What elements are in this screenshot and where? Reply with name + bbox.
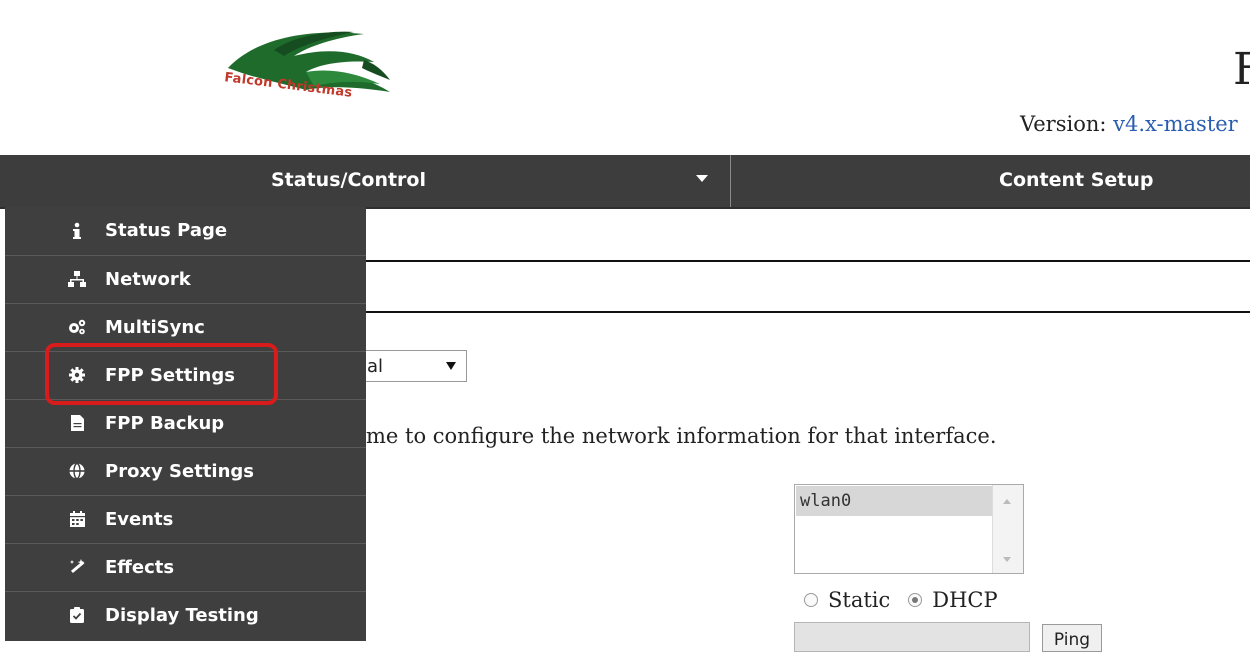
- falcon-christmas-logo[interactable]: Falcon Christmas: [214, 20, 404, 135]
- network-icon: [63, 271, 91, 287]
- divider: [366, 260, 1250, 262]
- menu-item-label: Proxy Settings: [105, 460, 255, 482]
- magic-wand-icon: [63, 559, 91, 575]
- cogs-icon: [63, 319, 91, 335]
- site-title: F: [1233, 44, 1250, 95]
- menu-item-status-page[interactable]: Status Page: [5, 207, 366, 254]
- scroll-down-icon[interactable]: [1003, 557, 1011, 562]
- scroll-up-icon[interactable]: [1003, 499, 1011, 504]
- menu-item-label: Display Testing: [105, 604, 259, 626]
- header: Falcon Christmas F Version: v4.x-master: [0, 0, 1250, 155]
- divider: [366, 311, 1250, 313]
- ip-address-input[interactable]: [794, 622, 1030, 652]
- menu-item-label: MultiSync: [105, 316, 205, 338]
- menu-item-fpp-settings[interactable]: FPP Settings: [5, 351, 366, 398]
- menu-item-fpp-backup[interactable]: FPP Backup: [5, 399, 366, 446]
- version-label: Version:: [1020, 112, 1107, 136]
- menu-item-label: Effects: [105, 556, 175, 578]
- menu-item-label: Status Page: [105, 220, 228, 241]
- clipboard-check-icon: [63, 607, 91, 623]
- interface-listbox[interactable]: wlan0: [794, 484, 1024, 574]
- chevron-down-icon: [696, 175, 708, 182]
- version-info: Version: v4.x-master: [1020, 112, 1238, 136]
- file-icon: [63, 415, 91, 431]
- globe-icon: [63, 463, 91, 479]
- menu-item-proxy-settings[interactable]: Proxy Settings: [5, 447, 366, 494]
- nav-status-control[interactable]: Status/Control: [0, 155, 731, 207]
- nav-content-setup[interactable]: Content Setup: [731, 155, 1250, 207]
- main-navbar: Status/Control Content Setup: [0, 155, 1250, 209]
- instruction-text: me to configure the network information …: [366, 424, 997, 448]
- static-label: Static: [828, 588, 891, 612]
- menu-item-label: FPP Backup: [105, 412, 225, 434]
- menu-item-network[interactable]: Network: [5, 255, 366, 302]
- menu-item-label: FPP Settings: [105, 364, 235, 386]
- dhcp-label: DHCP: [932, 588, 998, 612]
- version-link[interactable]: v4.x-master: [1113, 112, 1238, 136]
- nav-content-setup-label: Content Setup: [999, 169, 1154, 191]
- menu-item-label: Network: [105, 268, 191, 290]
- dropdown-arrow-icon: [446, 362, 456, 370]
- calendar-icon: [63, 511, 91, 527]
- ip-mode-radio-group: Static DHCP: [804, 588, 1016, 612]
- static-radio[interactable]: [804, 593, 818, 607]
- listbox-scrollbar[interactable]: [992, 485, 1023, 573]
- menu-item-label: Events: [105, 508, 174, 530]
- menu-item-events[interactable]: Events: [5, 495, 366, 542]
- menu-item-multisync[interactable]: MultiSync: [5, 303, 366, 350]
- ping-button[interactable]: Ping: [1042, 624, 1102, 652]
- status-control-dropdown: Status Page Network MultiSync FPP Settin…: [5, 207, 366, 641]
- gear-icon: [63, 367, 91, 383]
- info-icon: [63, 222, 91, 240]
- dhcp-radio[interactable]: [908, 593, 923, 607]
- menu-item-display-testing[interactable]: Display Testing: [5, 591, 366, 638]
- interface-option[interactable]: wlan0: [796, 486, 992, 516]
- menu-item-effects[interactable]: Effects: [5, 543, 366, 590]
- nav-status-control-label: Status/Control: [271, 169, 426, 191]
- select-value: al: [367, 356, 384, 377]
